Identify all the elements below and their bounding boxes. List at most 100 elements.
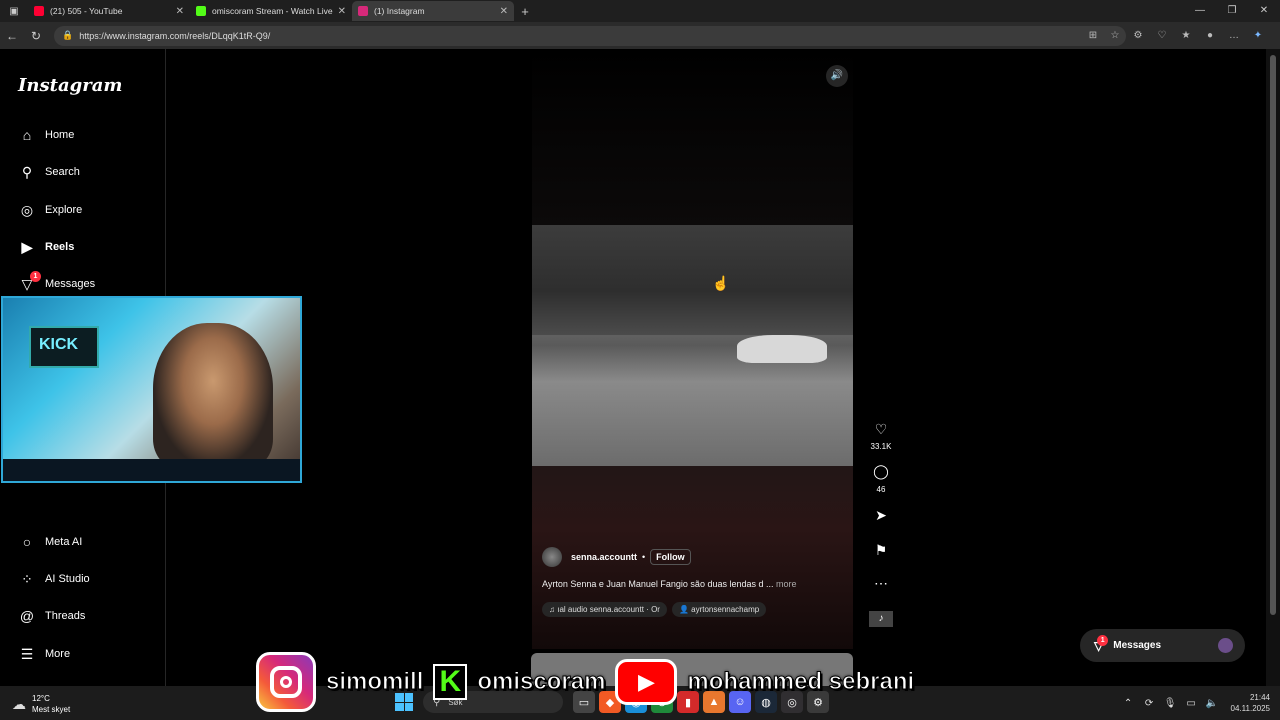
sidebar-item-ai-studio[interactable]: ⁘ AI Studio bbox=[18, 568, 90, 590]
hamburger-icon: ☰ bbox=[20, 645, 34, 662]
new-tab-button[interactable]: + bbox=[514, 4, 536, 19]
tab-actions-icon[interactable]: ▣ bbox=[0, 6, 28, 17]
messages-floating-button[interactable]: ▽ 1 Messages bbox=[1080, 629, 1245, 662]
reels-icon: ▶ bbox=[21, 238, 33, 255]
tab-youtube[interactable]: (21) 505 - YouTube ✕ bbox=[28, 1, 190, 21]
sidebar-item-more[interactable]: ☰ More bbox=[18, 643, 70, 665]
close-window-icon[interactable]: ✕ bbox=[1248, 0, 1280, 22]
close-tab-icon[interactable]: ✕ bbox=[338, 6, 346, 17]
refresh-icon[interactable]: ↻ bbox=[24, 29, 48, 43]
sync-icon[interactable]: ⟳ bbox=[1139, 698, 1160, 709]
youtube-handle: mohammed sebrani bbox=[687, 667, 915, 695]
sidebar-item-threads[interactable]: @ Threads bbox=[18, 605, 85, 627]
webcam-frame-strip bbox=[3, 459, 300, 481]
cloud-icon: ☁ bbox=[12, 695, 26, 712]
compass-icon: ◎ bbox=[20, 201, 34, 218]
minimize-icon[interactable]: — bbox=[1184, 0, 1216, 22]
hand-cursor-icon: ☝ bbox=[712, 275, 730, 291]
follow-button[interactable]: Follow bbox=[650, 549, 691, 565]
reel-video[interactable]: ☝ bbox=[532, 225, 853, 466]
copilot-icon[interactable]: ✦ bbox=[1246, 30, 1270, 41]
favorites-icon[interactable]: ★ bbox=[1174, 30, 1198, 41]
clock-time: 21:44 bbox=[1249, 693, 1270, 702]
tab-title: omiscoram Stream - Watch Live o bbox=[212, 6, 334, 16]
app-available-icon[interactable]: ⊞ bbox=[1082, 30, 1104, 41]
caption-more-link[interactable]: more bbox=[776, 579, 797, 589]
favorite-star-icon[interactable]: ☆ bbox=[1104, 30, 1126, 41]
chevron-up-icon[interactable]: ⌃ bbox=[1118, 698, 1139, 709]
sidebar-item-home[interactable]: ⌂ Home bbox=[18, 124, 75, 146]
restore-icon[interactable]: ❐ bbox=[1216, 0, 1248, 22]
sidebar-item-meta-ai[interactable]: ○ Meta AI bbox=[18, 531, 83, 553]
audio-chip[interactable]: ♫ ıal audio senna.accountt · Or bbox=[542, 602, 667, 617]
back-icon[interactable]: ← bbox=[0, 29, 24, 43]
notification-badge: 1 bbox=[1097, 634, 1109, 646]
scrollbar-thumb[interactable] bbox=[1270, 55, 1276, 615]
reel-caption: Ayrton Senna e Juan Manuel Fangio são du… bbox=[542, 579, 797, 589]
menu-dots-icon[interactable]: … bbox=[1222, 30, 1246, 41]
sidebar-item-explore[interactable]: ◎ Explore bbox=[18, 199, 82, 221]
streamer-figure bbox=[153, 323, 273, 468]
comment-icon[interactable]: ◯ bbox=[869, 463, 893, 480]
volume-icon[interactable]: 🔊 bbox=[826, 65, 848, 87]
messages-icon: ▽ 1 bbox=[18, 271, 41, 293]
sidebar-item-label: Messages bbox=[45, 278, 96, 290]
instagram-favicon-icon bbox=[358, 6, 368, 16]
stream-handles-overlay: simomill K omiscoram ▶ mohammed sebrani bbox=[256, 651, 924, 712]
sidebar-item-label: More bbox=[45, 648, 71, 660]
sidebar-item-label: AI Studio bbox=[45, 573, 90, 585]
weather-widget[interactable]: ☁ 12°C Mest skyet bbox=[12, 693, 70, 715]
instagram-handle: simomill bbox=[325, 667, 424, 695]
profile-icon[interactable]: ● bbox=[1198, 30, 1222, 41]
lock-icon[interactable]: 🔒 bbox=[62, 30, 73, 41]
more-options-icon[interactable]: ⋯ bbox=[869, 575, 893, 592]
taskbar-clock[interactable]: 21:44 04.11.2025 bbox=[1231, 692, 1270, 714]
save-bookmark-icon[interactable]: ⚑ bbox=[869, 542, 893, 559]
tagged-user-chip[interactable]: 👤 ayrtonsennachamp bbox=[671, 602, 767, 617]
video-race-car bbox=[737, 335, 827, 363]
url-text[interactable]: https://www.instagram.com/reels/DLqqK1tR… bbox=[79, 31, 1082, 41]
sidebar-item-reels[interactable]: ▶ Reels bbox=[18, 236, 75, 258]
page-scrollbar[interactable] bbox=[1266, 49, 1280, 686]
author-username[interactable]: senna.accountt bbox=[571, 552, 637, 562]
youtube-favicon-icon bbox=[34, 6, 44, 16]
home-icon: ⌂ bbox=[22, 127, 32, 143]
address-bar[interactable]: 🔒 https://www.instagram.com/reels/DLqqK1… bbox=[54, 25, 1126, 46]
tab-instagram[interactable]: (1) Instagram ✕ bbox=[352, 1, 514, 21]
sidebar-item-label: Search bbox=[45, 166, 80, 178]
reel-chips: ♫ ıal audio senna.accountt · Or 👤 ayrton… bbox=[542, 602, 771, 617]
system-tray: ⌃ ⟳ 🎙 ▭ 🔈 21:44 04.11.2025 bbox=[1118, 692, 1270, 714]
sidebar-item-messages[interactable]: ▽ 1 Messages bbox=[18, 271, 96, 295]
webcam-background-monitor: KICK bbox=[29, 326, 99, 368]
tab-title: (21) 505 - YouTube bbox=[50, 6, 123, 16]
window-controls: — ❐ ✕ bbox=[1184, 0, 1280, 22]
speaker-icon[interactable]: 🔈 bbox=[1202, 698, 1223, 709]
browser-essentials-icon[interactable]: ♡ bbox=[1150, 30, 1174, 41]
close-tab-icon[interactable]: ✕ bbox=[500, 6, 508, 17]
sidebar-item-search[interactable]: ⚲ Search bbox=[18, 161, 80, 183]
kick-logo-icon: K bbox=[433, 663, 468, 700]
close-tab-icon[interactable]: ✕ bbox=[176, 6, 184, 17]
messages-icon: ▽ 1 bbox=[1094, 634, 1109, 653]
separator-dot: • bbox=[642, 552, 646, 562]
messages-pill-label: Messages bbox=[1113, 640, 1162, 651]
audio-thumbnail-icon[interactable]: ♪ bbox=[869, 611, 893, 627]
sidebar-item-label: Threads bbox=[45, 610, 86, 622]
notification-badge: 1 bbox=[30, 271, 41, 282]
meta-ai-icon: ○ bbox=[22, 534, 32, 550]
comment-count: 46 bbox=[876, 485, 886, 494]
sidebar-item-label: Reels bbox=[45, 241, 75, 253]
tab-kick[interactable]: omiscoram Stream - Watch Live o ✕ bbox=[190, 1, 352, 21]
microphone-icon[interactable]: 🎙 bbox=[1160, 698, 1181, 709]
sidebar-item-label: Explore bbox=[45, 204, 83, 216]
weather-condition: Mest skyet bbox=[32, 705, 71, 714]
display-icon[interactable]: ▭ bbox=[1181, 698, 1202, 709]
share-send-icon[interactable]: ➤ bbox=[869, 507, 893, 524]
author-avatar[interactable] bbox=[542, 547, 562, 567]
extensions-icon[interactable]: ⚙ bbox=[1126, 30, 1150, 41]
instagram-logo-icon bbox=[256, 651, 316, 712]
address-toolbar: ← ↻ 🔒 https://www.instagram.com/reels/DL… bbox=[0, 22, 1280, 49]
like-heart-icon[interactable]: ♡ bbox=[869, 421, 893, 438]
instagram-logo[interactable]: Instagram bbox=[18, 75, 122, 96]
sidebar-item-label: Home bbox=[45, 129, 75, 141]
